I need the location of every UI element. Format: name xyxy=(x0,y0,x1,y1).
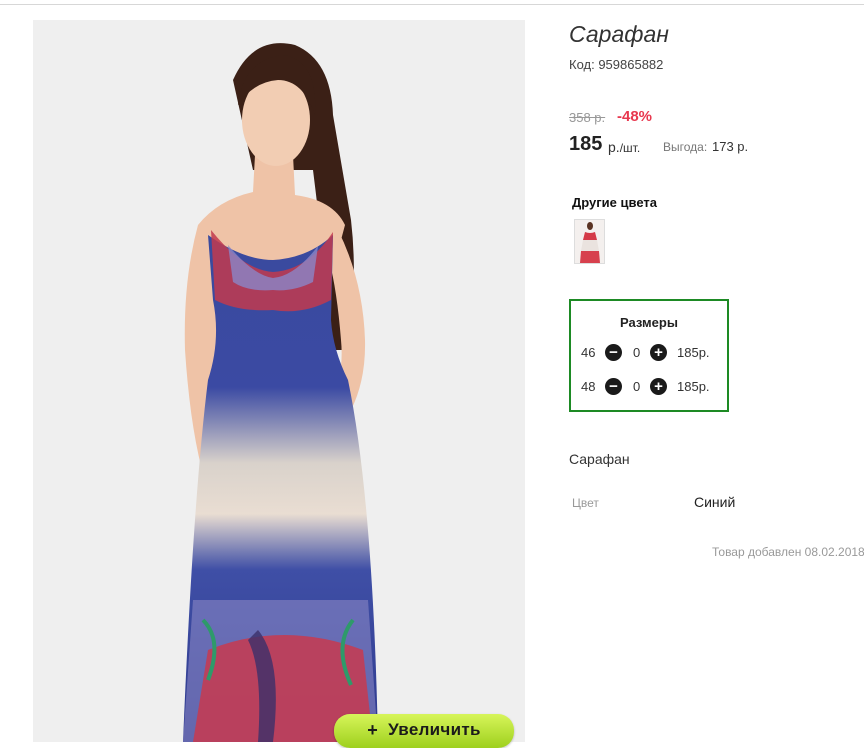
size-label: 48 xyxy=(581,379,596,394)
product-photo[interactable] xyxy=(33,20,525,742)
size-price: 185р. xyxy=(677,379,710,394)
price-currency: р. xyxy=(608,139,620,155)
zoom-label: Увеличить xyxy=(388,720,481,739)
date-added: Товар добавлен 08.02.2018 xyxy=(712,545,864,559)
quantity-value: 0 xyxy=(633,345,641,360)
other-colors-title: Другие цвета xyxy=(572,195,657,210)
size-price: 185р. xyxy=(677,345,710,360)
color-variant-thumbnail[interactable] xyxy=(574,219,605,264)
quantity-value: 0 xyxy=(633,379,641,394)
savings-value: 173 р. xyxy=(712,139,749,154)
product-description: Сарафан xyxy=(569,451,630,467)
old-price: 358 р. xyxy=(569,110,606,125)
price-unit: р./шт. xyxy=(608,139,640,155)
plus-icon: + xyxy=(367,720,379,740)
product-title: Сарафан xyxy=(569,21,669,47)
size-label: 46 xyxy=(581,345,596,360)
sizes-panel: Размеры 46 − 0 + 185р. 48 − 0 + 185р. xyxy=(569,299,729,412)
savings-label: Выгода: xyxy=(663,140,708,154)
product-code: Код: 959865882 xyxy=(569,57,664,72)
product-image xyxy=(183,43,378,742)
top-divider xyxy=(0,4,864,5)
discount-badge: -48% xyxy=(617,108,653,125)
current-price: 185 xyxy=(569,133,603,155)
dress-thumbnail-icon xyxy=(575,220,604,263)
price-per-unit: /шт. xyxy=(619,141,641,155)
increase-quantity-icon[interactable]: + xyxy=(650,344,667,361)
zoom-button[interactable]: + Увеличить xyxy=(334,714,514,748)
attribute-label-color: Цвет xyxy=(572,496,599,510)
attribute-value-color: Синий xyxy=(694,494,736,510)
decrease-quantity-icon[interactable]: − xyxy=(605,344,622,361)
decrease-quantity-icon[interactable]: − xyxy=(605,378,622,395)
increase-quantity-icon[interactable]: + xyxy=(650,378,667,395)
sizes-title: Размеры xyxy=(620,315,678,330)
